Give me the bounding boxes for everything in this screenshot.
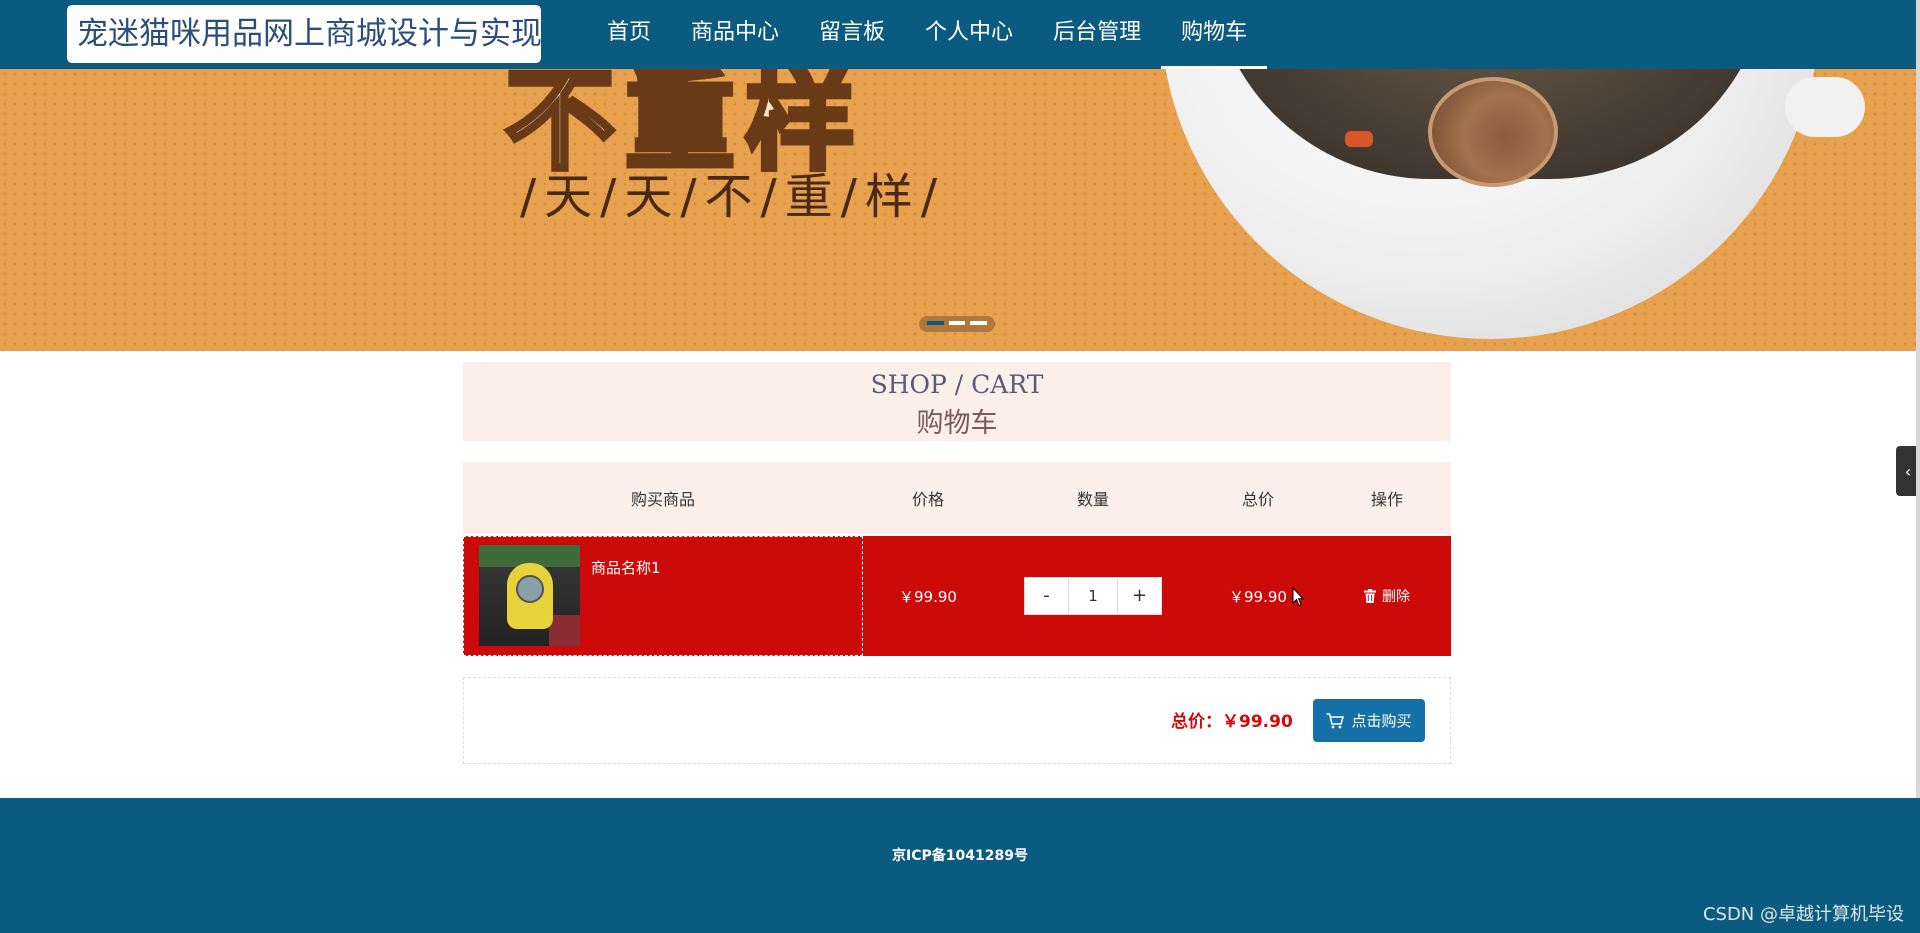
cart-table-header: 购买商品 价格 数量 总价 操作 [463, 462, 1451, 534]
thumbnail-backpack-window [516, 575, 544, 603]
main-nav: 首页 商品中心 留言板 个人中心 后台管理 购物车 [587, 0, 1268, 69]
buy-button-label: 点击购买 [1351, 712, 1412, 730]
delete-button[interactable]: 删除 [1364, 586, 1410, 606]
csdn-watermark: CSDN @卓越计算机毕设 [1702, 904, 1904, 925]
header-quantity: 数量 [1076, 490, 1109, 509]
quantity-decrease-button[interactable]: - [1025, 578, 1068, 614]
quantity-input[interactable] [1068, 578, 1118, 614]
section-title-en: SHOP / CART [870, 370, 1044, 399]
banner-pot-handle [1785, 77, 1865, 137]
shopping-cart-icon [1326, 712, 1345, 728]
header-total: 总价 [1241, 490, 1274, 509]
quantity-stepper: - + [1024, 577, 1162, 615]
trash-icon [1364, 589, 1376, 603]
carousel-indicator-2[interactable] [948, 321, 966, 325]
nav-item-profile[interactable]: 个人中心 [905, 0, 1033, 69]
product-thumbnail[interactable] [479, 545, 580, 646]
banner-subtitle: /天/天/不/重/样/ [520, 169, 946, 225]
chevron-left-icon: ‹ [1904, 461, 1912, 481]
banner-carrot-image [1345, 131, 1373, 147]
header-price: 价格 [911, 490, 944, 509]
nav-item-cart[interactable]: 购物车 [1161, 0, 1268, 69]
carousel-indicator-1[interactable] [927, 321, 944, 325]
carousel-indicators [919, 316, 995, 332]
cart-total: 总价：￥99.90 [1171, 712, 1293, 732]
item-price: ￥99.90 [899, 587, 957, 606]
cart-table: 购买商品 价格 数量 总价 操作 商品名称1 ￥99.90 - + ￥99.90 [463, 462, 1451, 656]
page-footer: 京ICP备1041289号 CSDN @卓越计算机毕设 [0, 798, 1920, 933]
thumbnail-detail [549, 615, 580, 646]
mouse-cursor-icon [1292, 587, 1304, 607]
nav-item-home[interactable]: 首页 [587, 0, 671, 69]
quantity-increase-button[interactable]: + [1118, 578, 1161, 614]
banner-mushroom-image [1428, 77, 1558, 187]
product-name[interactable]: 商品名称1 [591, 557, 661, 578]
delete-label: 删除 [1382, 589, 1410, 605]
icp-record[interactable]: 京ICP备1041289号 [0, 845, 1920, 865]
cart-summary: 总价：￥99.90 点击购买 [463, 677, 1451, 764]
cart-item-product[interactable]: 商品名称1 [463, 536, 863, 656]
cart-section-heading: SHOP / CART 购物车 [463, 362, 1451, 441]
item-quantity-cell: - + [993, 536, 1193, 656]
nav-item-messages[interactable]: 留言板 [799, 0, 905, 69]
carousel-indicator-3[interactable] [970, 321, 988, 325]
section-title-cn: 购物车 [916, 408, 998, 439]
buy-button[interactable]: 点击购买 [1313, 699, 1425, 742]
item-action-cell: 删除 [1323, 536, 1451, 656]
banner-carousel[interactable]: 不重样 /天/天/不/重/样/ [0, 69, 1920, 351]
site-title[interactable]: 宠迷猫咪用品网上商城设计与实现 [67, 5, 542, 63]
top-navbar: 宠迷猫咪用品网上商城设计与实现 首页 商品中心 留言板 个人中心 后台管理 购物… [0, 0, 1920, 69]
nav-item-admin[interactable]: 后台管理 [1033, 0, 1161, 69]
header-product: 购买商品 [630, 490, 695, 509]
scrollbar[interactable] [1916, 0, 1920, 933]
header-action: 操作 [1370, 490, 1403, 509]
nav-item-products[interactable]: 商品中心 [671, 0, 799, 69]
